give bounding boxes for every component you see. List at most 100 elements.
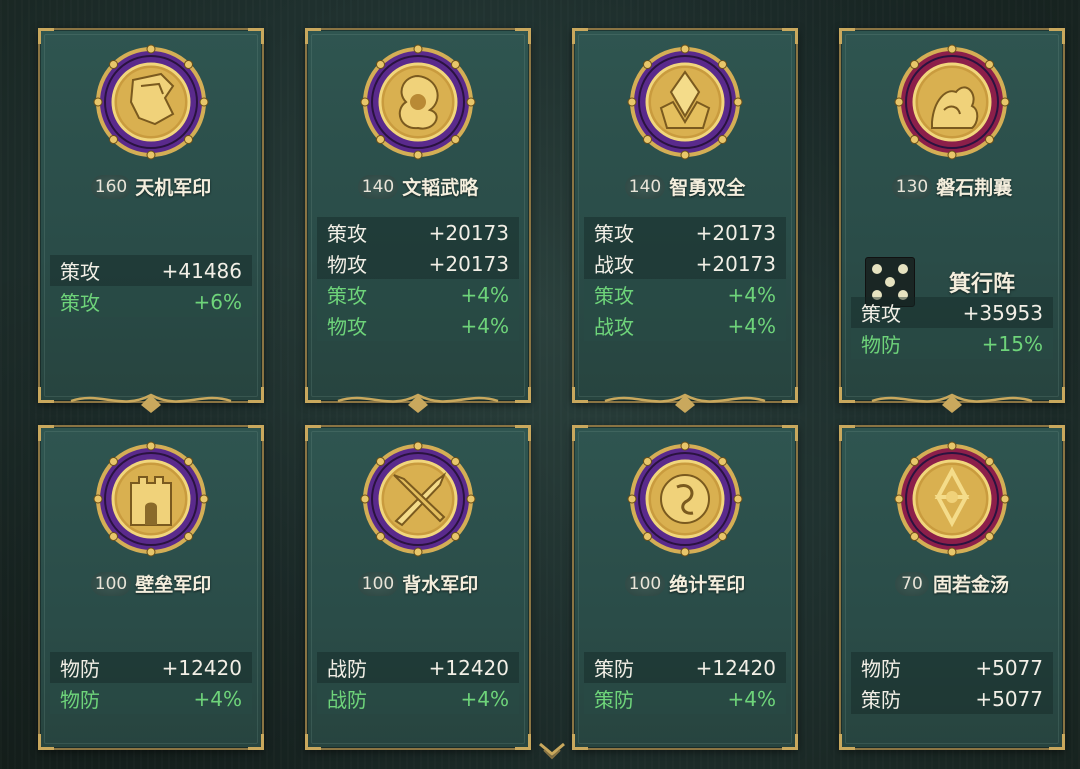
stat-label: 策攻 [327, 284, 367, 308]
seal-level: 100 [357, 571, 399, 596]
seal-card[interactable]: 100 壁垒军印 物防 +12420 物防 +4% [38, 425, 264, 750]
stat-list: 物防 +5077 策防 +5077 [851, 652, 1053, 714]
seal-name: 天机军印 [135, 177, 212, 199]
corner-ornament [248, 734, 264, 750]
corner-ornament [1049, 734, 1065, 750]
stat-value: +20173 [695, 251, 776, 276]
seal-name: 磐石荆襄 [936, 177, 1013, 199]
stat-list: 策攻 +20173 战攻 +20173 策攻 +4% 战攻 +4% [584, 217, 786, 341]
seal-level: 130 [891, 174, 933, 199]
seal-level: 100 [90, 571, 132, 596]
stat-row: 物攻 +4% [317, 310, 519, 341]
corner-ornament [38, 28, 54, 44]
stat-row: 策防 +12420 [584, 652, 786, 683]
stat-label: 策攻 [60, 291, 100, 315]
corner-ornament [38, 734, 54, 750]
corner-ornament [305, 28, 321, 44]
stat-label: 物攻 [327, 253, 367, 277]
stat-value: +41486 [161, 258, 242, 283]
corner-ornament [248, 425, 264, 441]
stat-row: 物攻 +20173 [317, 248, 519, 279]
seal-title: 70 固若金汤 [841, 570, 1063, 597]
corner-ornament [515, 387, 531, 403]
stat-row: 战攻 +4% [584, 310, 786, 341]
seal-name: 绝计军印 [669, 574, 746, 596]
stat-value: +4% [193, 686, 243, 711]
corner-ornament [839, 734, 855, 750]
seal-name: 文韬武略 [402, 177, 479, 199]
corner-ornament [305, 425, 321, 441]
seal-medallion-icon [360, 44, 476, 160]
corner-ornament [839, 387, 855, 403]
stat-value: +15% [981, 331, 1043, 356]
stat-label: 物攻 [327, 315, 367, 339]
seal-title: 140 文韬武略 [307, 173, 529, 200]
stat-row: 策攻 +20173 [317, 217, 519, 248]
stat-label: 战防 [327, 657, 367, 681]
corner-ornament [248, 387, 264, 403]
bottom-ornament-icon [70, 393, 232, 413]
corner-ornament [782, 734, 798, 750]
stat-label: 战攻 [594, 315, 634, 339]
stat-value: +5077 [975, 655, 1043, 680]
seal-medallion-icon [627, 44, 743, 160]
scroll-down-arrow-icon[interactable] [538, 740, 566, 762]
seal-card[interactable]: 140 智勇双全 策攻 +20173 战攻 +20173 策攻 +4% 战攻 +… [572, 28, 798, 413]
seal-name: 智勇双全 [669, 177, 746, 199]
bottom-ornament-icon [337, 393, 499, 413]
corner-ornament [248, 28, 264, 44]
stat-label: 策攻 [60, 260, 100, 284]
stat-label: 策攻 [327, 222, 367, 246]
stat-label: 物防 [60, 688, 100, 712]
swirl-emblem-icon [398, 74, 439, 130]
seal-title: 100 背水军印 [307, 570, 529, 597]
corner-ornament [839, 28, 855, 44]
seal-card[interactable]: 70 固若金汤 物防 +5077 策防 +5077 [839, 425, 1065, 750]
seal-card[interactable]: 100 背水军印 战防 +12420 战防 +4% [305, 425, 531, 750]
seal-card[interactable]: 130 磐石荆襄 箕行阵 策攻 +35953 物防 +15% [839, 28, 1065, 413]
seal-level: 70 [894, 571, 929, 596]
corner-ornament [782, 425, 798, 441]
stat-value: +4% [727, 313, 777, 338]
stat-value: +6% [193, 289, 243, 314]
stat-row: 策攻 +41486 [50, 255, 252, 286]
stat-value: +20173 [428, 251, 509, 276]
stat-value: +5077 [975, 686, 1043, 711]
stat-value: +4% [460, 313, 510, 338]
seal-level: 160 [90, 174, 132, 199]
seal-medallion-icon [93, 441, 209, 557]
seal-card[interactable]: 160 天机军印 策攻 +41486 策攻 +6% [38, 28, 264, 413]
stat-row: 物防 +15% [851, 328, 1053, 359]
corner-ornament [515, 425, 531, 441]
stat-label: 战防 [327, 688, 367, 712]
stat-label: 策攻 [861, 302, 901, 326]
corner-ornament [515, 28, 531, 44]
corner-ornament [1049, 425, 1065, 441]
stat-list: 策攻 +41486 策攻 +6% [50, 255, 252, 317]
stat-value: +12420 [428, 655, 509, 680]
stat-row: 策防 +5077 [851, 683, 1053, 714]
stat-row: 策防 +4% [584, 683, 786, 714]
stat-row: 战防 +12420 [317, 652, 519, 683]
stat-value: +4% [727, 686, 777, 711]
stat-label: 策防 [594, 688, 634, 712]
stat-row: 策攻 +20173 [584, 217, 786, 248]
stat-value: +12420 [695, 655, 776, 680]
stat-value: +35953 [962, 300, 1043, 325]
seal-medallion-icon [894, 441, 1010, 557]
corner-ornament [305, 387, 321, 403]
seal-name: 背水军印 [402, 574, 479, 596]
stat-label: 策防 [861, 688, 901, 712]
seal-title: 100 壁垒军印 [40, 570, 262, 597]
seal-card[interactable]: 140 文韬武略 策攻 +20173 物攻 +20173 策攻 +4% 物攻 +… [305, 28, 531, 413]
stat-row: 物防 +5077 [851, 652, 1053, 683]
seal-medallion-icon [894, 44, 1010, 160]
seal-level: 140 [357, 174, 399, 199]
stat-label: 物防 [861, 333, 901, 357]
stat-row: 物防 +12420 [50, 652, 252, 683]
corner-ornament [305, 734, 321, 750]
seal-card[interactable]: 100 绝计军印 策防 +12420 策防 +4% [572, 425, 798, 750]
stat-row: 策攻 +4% [317, 279, 519, 310]
stat-list: 策防 +12420 策防 +4% [584, 652, 786, 714]
corner-ornament [1049, 387, 1065, 403]
